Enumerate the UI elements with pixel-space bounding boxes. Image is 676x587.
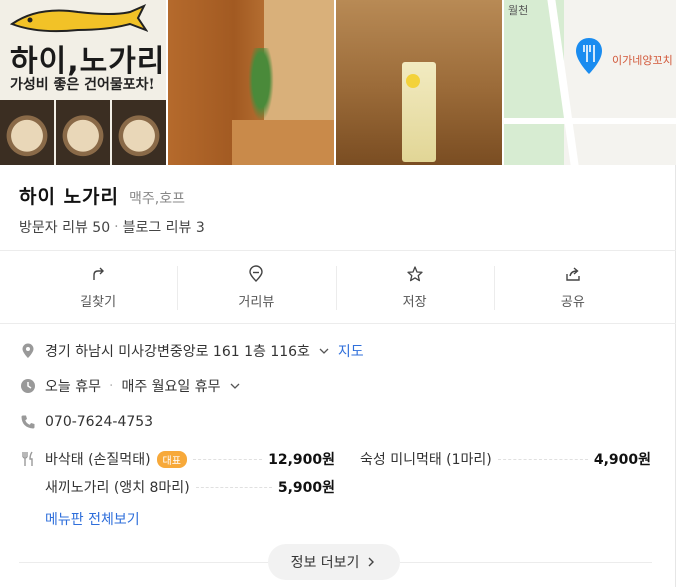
address-row: 경기 하남시 미사강변중앙로 161 1층 116호 지도 [19, 341, 364, 361]
fish-logo-icon [9, 4, 148, 33]
map-road [504, 118, 676, 124]
phone-number[interactable]: 070-7624-4753 [45, 414, 153, 430]
view-full-menu-link[interactable]: 메뉴판 전체보기 [45, 509, 140, 529]
food-plates [0, 100, 166, 165]
place-header: 하이 노가리 맥주,호프 [19, 182, 185, 209]
phone-row: 070-7624-4753 [19, 413, 153, 431]
streetview-button[interactable]: 거리뷰 [177, 252, 335, 322]
photo-interior[interactable] [168, 0, 334, 165]
food-plate [56, 100, 110, 165]
directions-icon [93, 267, 105, 280]
signature-badge: 대표 [156, 450, 187, 468]
photo-map[interactable]: 월천 이가네양꼬치 [504, 0, 676, 165]
menu-item-price: 12,900원 [268, 452, 335, 468]
location-pin-icon [22, 343, 34, 358]
menu-leader [192, 458, 263, 460]
more-info-button[interactable]: 정보 더보기 [268, 544, 400, 580]
share-label: 공유 [560, 294, 585, 310]
lemon-slice [406, 74, 420, 88]
divider [0, 323, 676, 324]
chevron-down-icon[interactable] [229, 380, 241, 392]
directions-button[interactable]: 길찾기 [19, 252, 177, 322]
save-button[interactable]: 저장 [335, 252, 494, 322]
menu-item: 바삭태 (손질먹태) 대표 12,900원 [45, 450, 335, 468]
logo-subtitle: 가성비 좋은 건어물포차! [10, 77, 155, 93]
menu-item: 새끼노가리 (앵치 8마리) 5,900원 [45, 478, 335, 496]
map-pin-icon [576, 38, 602, 74]
plant [246, 48, 276, 128]
food-plate [0, 100, 54, 165]
menu-utensils-icon [22, 451, 33, 466]
place-name: 하이 노가리 [19, 186, 120, 208]
photo-strip: 하이,노가리 가성비 좋은 건어물포차! 월천 이가네양꼬치 [0, 0, 676, 165]
photo-logo[interactable]: 하이,노가리 가성비 좋은 건어물포차! [0, 0, 166, 165]
hours-detail: 매주 월요일 휴무 [121, 379, 221, 395]
table [232, 120, 334, 165]
chevron-down-icon[interactable] [318, 345, 330, 357]
clock-icon [21, 379, 35, 393]
menu-item-name: 새끼노가리 (앵치 8마리) [45, 480, 190, 496]
save-label: 저장 [402, 294, 427, 310]
menu-item-name: 바삭태 (손질먹태) [45, 452, 151, 468]
map-label: 이가네양꼬치 [612, 54, 673, 67]
menu-item-price: 5,900원 [277, 480, 335, 496]
separator-dot: · [108, 378, 114, 394]
review-summary: 방문자 리뷰 50 · 블로그 리뷰 3 [19, 217, 205, 237]
map-label: 월천 [508, 4, 529, 17]
share-icon [566, 266, 580, 281]
menu-item: 숙성 미니먹태 (1마리) 4,900원 [360, 450, 651, 468]
place-category: 맥주,호프 [129, 191, 185, 207]
hours-row[interactable]: 오늘 휴무 · 매주 월요일 휴무 [19, 376, 241, 396]
phone-icon [21, 415, 35, 429]
chevron-right-icon [368, 557, 375, 567]
food-plate [112, 100, 166, 165]
more-info-label: 정보 더보기 [290, 555, 360, 571]
visitor-reviews-link[interactable]: 방문자 리뷰 50 [19, 217, 110, 237]
photo-drink[interactable] [336, 0, 502, 165]
menu-item-price: 4,900원 [593, 452, 651, 468]
menu-leader [497, 458, 588, 460]
blog-reviews-link[interactable]: 블로그 리뷰 3 [123, 217, 205, 237]
divider [0, 250, 676, 251]
directions-label: 길찾기 [80, 294, 117, 310]
menu-leader [195, 486, 272, 488]
address-text: 경기 하남시 미사강변중앙로 161 1층 116호 [45, 344, 310, 360]
share-button[interactable]: 공유 [493, 252, 652, 322]
separator-dot: · [114, 219, 119, 235]
menu-item-name: 숙성 미니먹태 (1마리) [360, 452, 492, 468]
map-link[interactable]: 지도 [338, 341, 364, 361]
hours-status: 오늘 휴무 [45, 379, 101, 395]
action-bar: 길찾기 거리뷰 저장 공유 [19, 252, 652, 322]
streetview-icon [249, 264, 264, 282]
star-icon [406, 265, 423, 281]
streetview-label: 거리뷰 [238, 294, 275, 310]
